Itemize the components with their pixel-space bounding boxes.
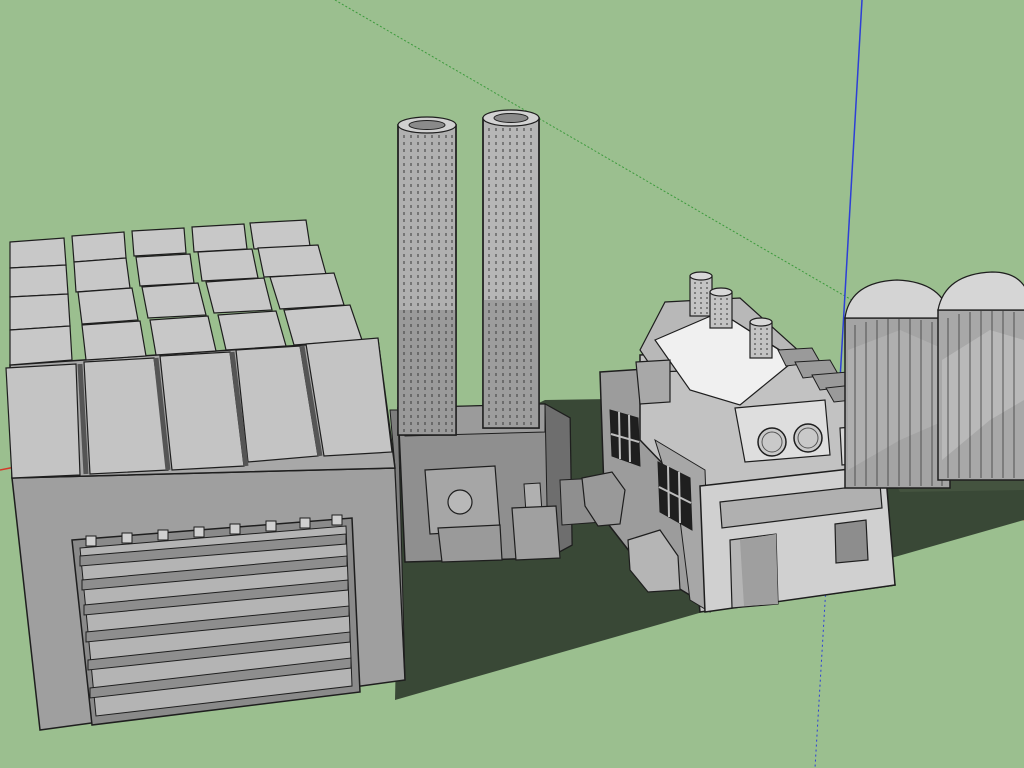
warehouse[interactable] bbox=[5, 219, 406, 731]
storage-tank-right bbox=[937, 271, 1024, 481]
sketchup-viewport[interactable] bbox=[0, 0, 1024, 768]
chimney-right bbox=[482, 109, 540, 429]
factory-model-canvas[interactable] bbox=[0, 0, 1024, 768]
storage-tank-left bbox=[844, 279, 951, 489]
annex-fan-icon bbox=[447, 489, 473, 515]
chimney-left bbox=[397, 116, 457, 436]
warehouse-shutter-door[interactable] bbox=[71, 514, 361, 726]
power-house-small-window bbox=[834, 519, 869, 564]
